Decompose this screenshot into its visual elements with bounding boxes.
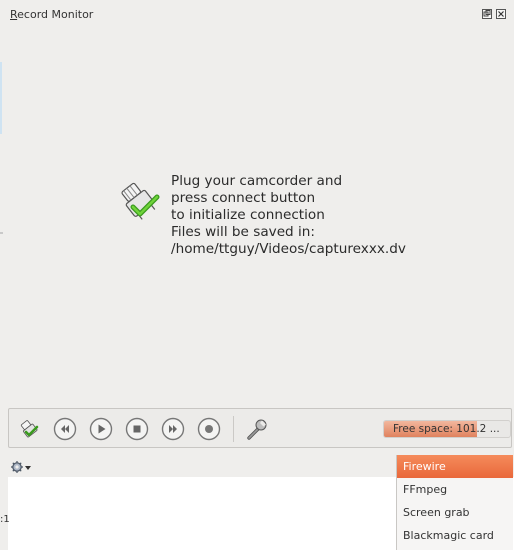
play-button[interactable] [89,417,113,441]
message-text: Plug your camcorder and press connect bu… [171,173,501,258]
device-option-blackmagic[interactable]: Blackmagic card [397,524,513,547]
message-line: to initialize connection [171,207,325,223]
message-line: Plug your camcorder and [171,173,343,189]
play-icon [89,417,113,441]
save-path: /home/ttguy/Videos/capturexxx.dv [171,241,406,257]
close-window-icon[interactable] [496,9,506,19]
title-bar: Record Monitor [0,0,514,30]
adjacent-panel-edge [0,62,2,134]
title-text: ecord Monitor [17,8,94,21]
camcorder-connect-icon [20,420,39,438]
float-window-icon[interactable] [482,9,492,19]
device-option-firewire[interactable]: Firewire [397,455,513,478]
toolbar-separator [233,416,234,442]
adjacent-panel-text: :1 [0,514,10,525]
free-space-indicator: Free space: 101.2 ... [383,420,511,438]
message-line: Files will be saved in: [171,224,315,240]
rewind-button[interactable] [53,417,77,441]
forward-icon [161,417,185,441]
capture-toolbar: Free space: 101.2 ... [8,408,512,448]
message-line: press connect button [171,190,316,206]
options-menu-button[interactable] [10,460,34,474]
rewind-icon [53,417,77,441]
device-option-ffmpeg[interactable]: FFmpeg [397,478,513,501]
record-icon [197,417,221,441]
gear-dropdown-icon [11,461,31,473]
record-button[interactable] [197,417,221,441]
configure-button[interactable] [245,417,269,441]
wrench-icon [247,419,267,440]
stop-icon [125,417,149,441]
device-option-screen-grab[interactable]: Screen grab [397,501,513,524]
adjacent-panel-edge-2 [0,232,3,234]
forward-button[interactable] [161,417,185,441]
stop-button[interactable] [125,417,149,441]
free-space-label: Free space: 101.2 ... [393,423,500,435]
camcorder-connect-icon [113,173,165,225]
window-title: Record Monitor [10,8,93,21]
connect-button[interactable] [17,417,41,441]
capture-device-dropdown[interactable]: Firewire FFmpeg Screen grab Blackmagic c… [396,455,513,550]
